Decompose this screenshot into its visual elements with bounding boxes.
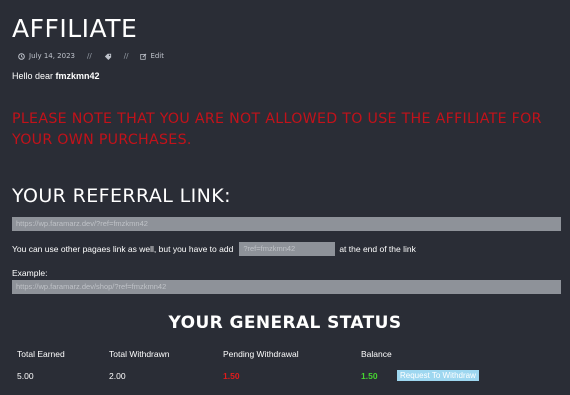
instruction-text-after: at the end of the link xyxy=(339,244,416,254)
post-date: July 14, 2023 xyxy=(29,52,75,60)
total-withdrawn-value: 2.00 xyxy=(109,371,126,381)
pending-withdrawal-value: 1.50 xyxy=(223,371,240,381)
edit-icon xyxy=(140,53,147,60)
meta-separator: // xyxy=(87,52,92,60)
total-earned-value: 5.00 xyxy=(17,371,34,381)
edit-link[interactable]: Edit xyxy=(140,52,164,60)
clock-icon xyxy=(18,52,25,60)
ref-param-field[interactable] xyxy=(239,242,336,256)
affiliate-notice: PLEASE NOTE THAT YOU ARE NOT ALLOWED TO … xyxy=(12,111,542,148)
referral-heading: YOUR REFERRAL LINK: xyxy=(12,185,231,207)
username: fmzkmn42 xyxy=(55,71,100,81)
total-earned-label: Total Earned xyxy=(17,349,65,359)
referral-link-field[interactable] xyxy=(12,217,561,231)
post-meta: July 14, 2023 // // Edit xyxy=(18,52,164,60)
example-link-field[interactable] xyxy=(12,280,561,294)
status-heading: YOUR GENERAL STATUS xyxy=(168,313,402,333)
edit-label[interactable]: Edit xyxy=(150,52,164,60)
balance-label: Balance xyxy=(361,349,392,359)
referral-instruction: You can use other pagaes link as well, b… xyxy=(12,242,416,256)
request-withdraw-button[interactable]: Request To Withdraw xyxy=(397,370,479,381)
page-title: AFFILIATE xyxy=(12,14,138,43)
greeting-prefix: Hello dear xyxy=(12,71,54,81)
pending-withdrawal-label: Pending Withdrawal xyxy=(223,349,299,359)
total-withdrawn-label: Total Withdrawn xyxy=(109,349,170,359)
tag-icon[interactable] xyxy=(104,53,112,60)
example-label: Example: xyxy=(12,268,48,278)
instruction-text-before: You can use other pagaes link as well, b… xyxy=(12,244,234,254)
meta-separator: // xyxy=(123,52,129,60)
greeting: Hello dear fmzkmn42 xyxy=(12,71,100,81)
balance-value: 1.50 xyxy=(361,371,378,381)
